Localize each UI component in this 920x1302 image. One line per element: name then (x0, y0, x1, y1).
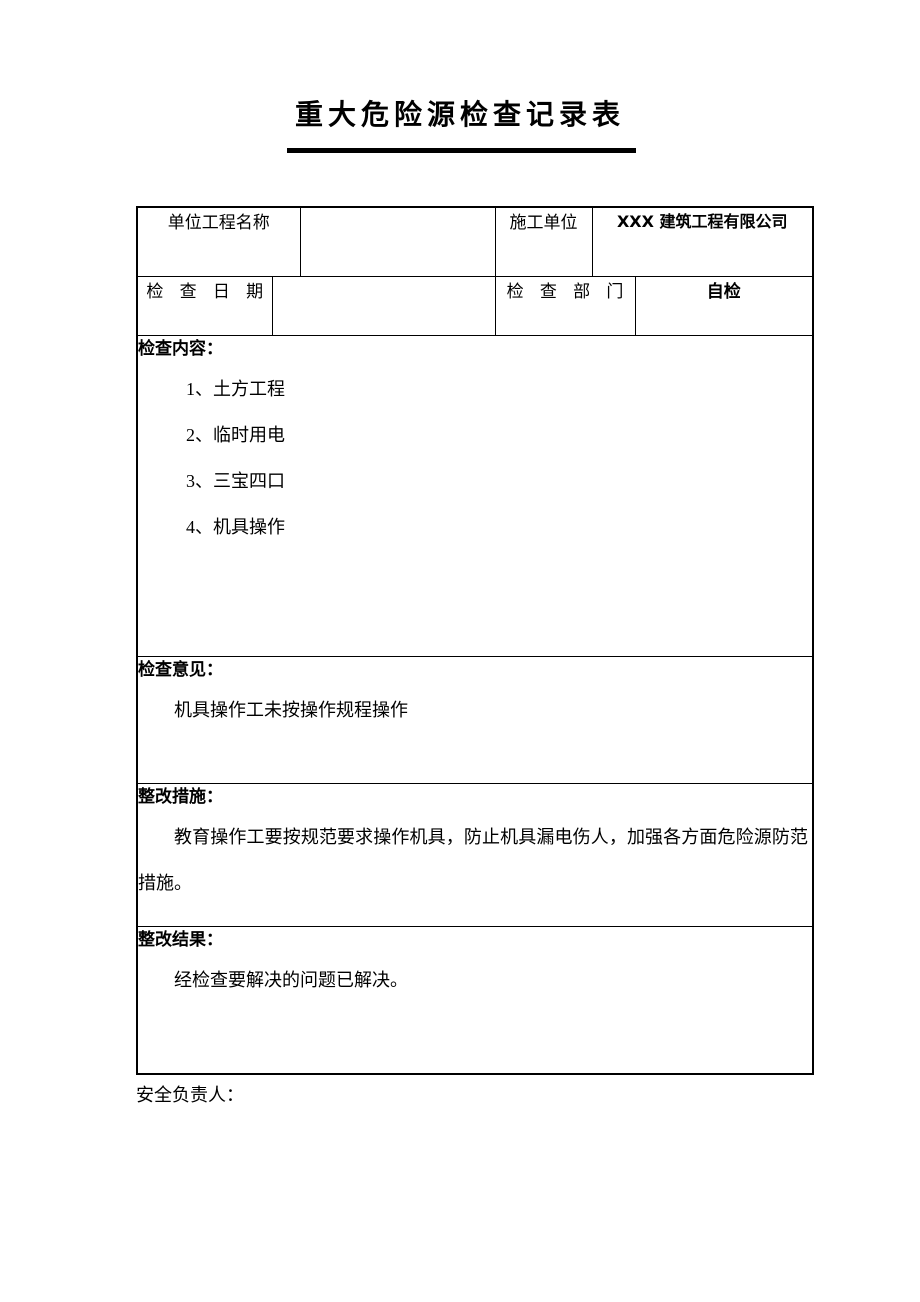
list-item: 4、机具操作 (186, 517, 285, 537)
section-title-corrective-result: 整改结果： (138, 930, 223, 950)
inspection-opinion-text: 机具操作工未按操作规程操作 (174, 700, 408, 720)
section-title-inspection-opinion: 检查意见： (138, 660, 223, 680)
table-row-inspection-content: 检查内容： 1、土方工程 2、临时用电 3、三宝四口 4、机具操作 (136, 335, 814, 657)
cell-corrective-measures[interactable]: 整改措施： 教育操作工要按规范要求操作机具，防止机具漏电伤人，加强各方面危险源防… (136, 783, 814, 927)
table-row-corrective-measures: 整改措施： 教育操作工要按规范要求操作机具，防止机具漏电伤人，加强各方面危险源防… (136, 783, 814, 927)
table-row-inspection-opinion: 检查意见： 机具操作工未按操作规程操作 (136, 656, 814, 784)
safety-officer-signature-label[interactable]: 安全负责人： (136, 1082, 244, 1108)
section-title-corrective-measures: 整改措施： (138, 787, 223, 807)
list-item: 3、三宝四口 (186, 471, 285, 491)
page-title: 重大危险源检查记录表 (294, 98, 625, 131)
list-item: 1、土方工程 (186, 379, 285, 399)
corrective-result-text: 经检查要解决的问题已解决。 (174, 970, 408, 990)
cell-label-inspection-date: 检 查 日 期 (136, 276, 273, 336)
corrective-measures-text: 教育操作工要按规范要求操作机具，防止机具漏电伤人，加强各方面危险源防范措施。 (138, 827, 808, 893)
section-title-inspection-content: 检查内容： (138, 339, 223, 359)
inspection-record-table: 单位工程名称 施工单位 XXX 建筑工程有限公司 检 查 日 期 检 查 部 门… (136, 206, 814, 1075)
cell-inspection-opinion[interactable]: 检查意见： 机具操作工未按操作规程操作 (136, 656, 814, 784)
list-item: 2、临时用电 (186, 425, 285, 445)
cell-corrective-result[interactable]: 整改结果： 经检查要解决的问题已解决。 (136, 926, 814, 1075)
cell-value-inspection-date[interactable] (271, 276, 496, 336)
cell-value-project-name[interactable] (299, 206, 496, 277)
cell-value-inspection-department[interactable]: 自检 (634, 276, 814, 336)
title-underline-rule (287, 148, 636, 153)
cell-label-construction-unit: 施工单位 (494, 206, 593, 277)
cell-label-project-name: 单位工程名称 (136, 206, 301, 277)
cell-label-inspection-department: 检 查 部 门 (494, 276, 636, 336)
table-row-project: 单位工程名称 施工单位 XXX 建筑工程有限公司 (136, 206, 814, 277)
table-row-corrective-result: 整改结果： 经检查要解决的问题已解决。 (136, 926, 814, 1075)
inspection-content-list: 1、土方工程 2、临时用电 3、三宝四口 4、机具操作 (138, 366, 812, 550)
table-row-date: 检 查 日 期 检 查 部 门 自检 (136, 276, 814, 336)
cell-inspection-content[interactable]: 检查内容： 1、土方工程 2、临时用电 3、三宝四口 4、机具操作 (136, 335, 814, 657)
cell-value-construction-unit[interactable]: XXX 建筑工程有限公司 (591, 206, 814, 277)
